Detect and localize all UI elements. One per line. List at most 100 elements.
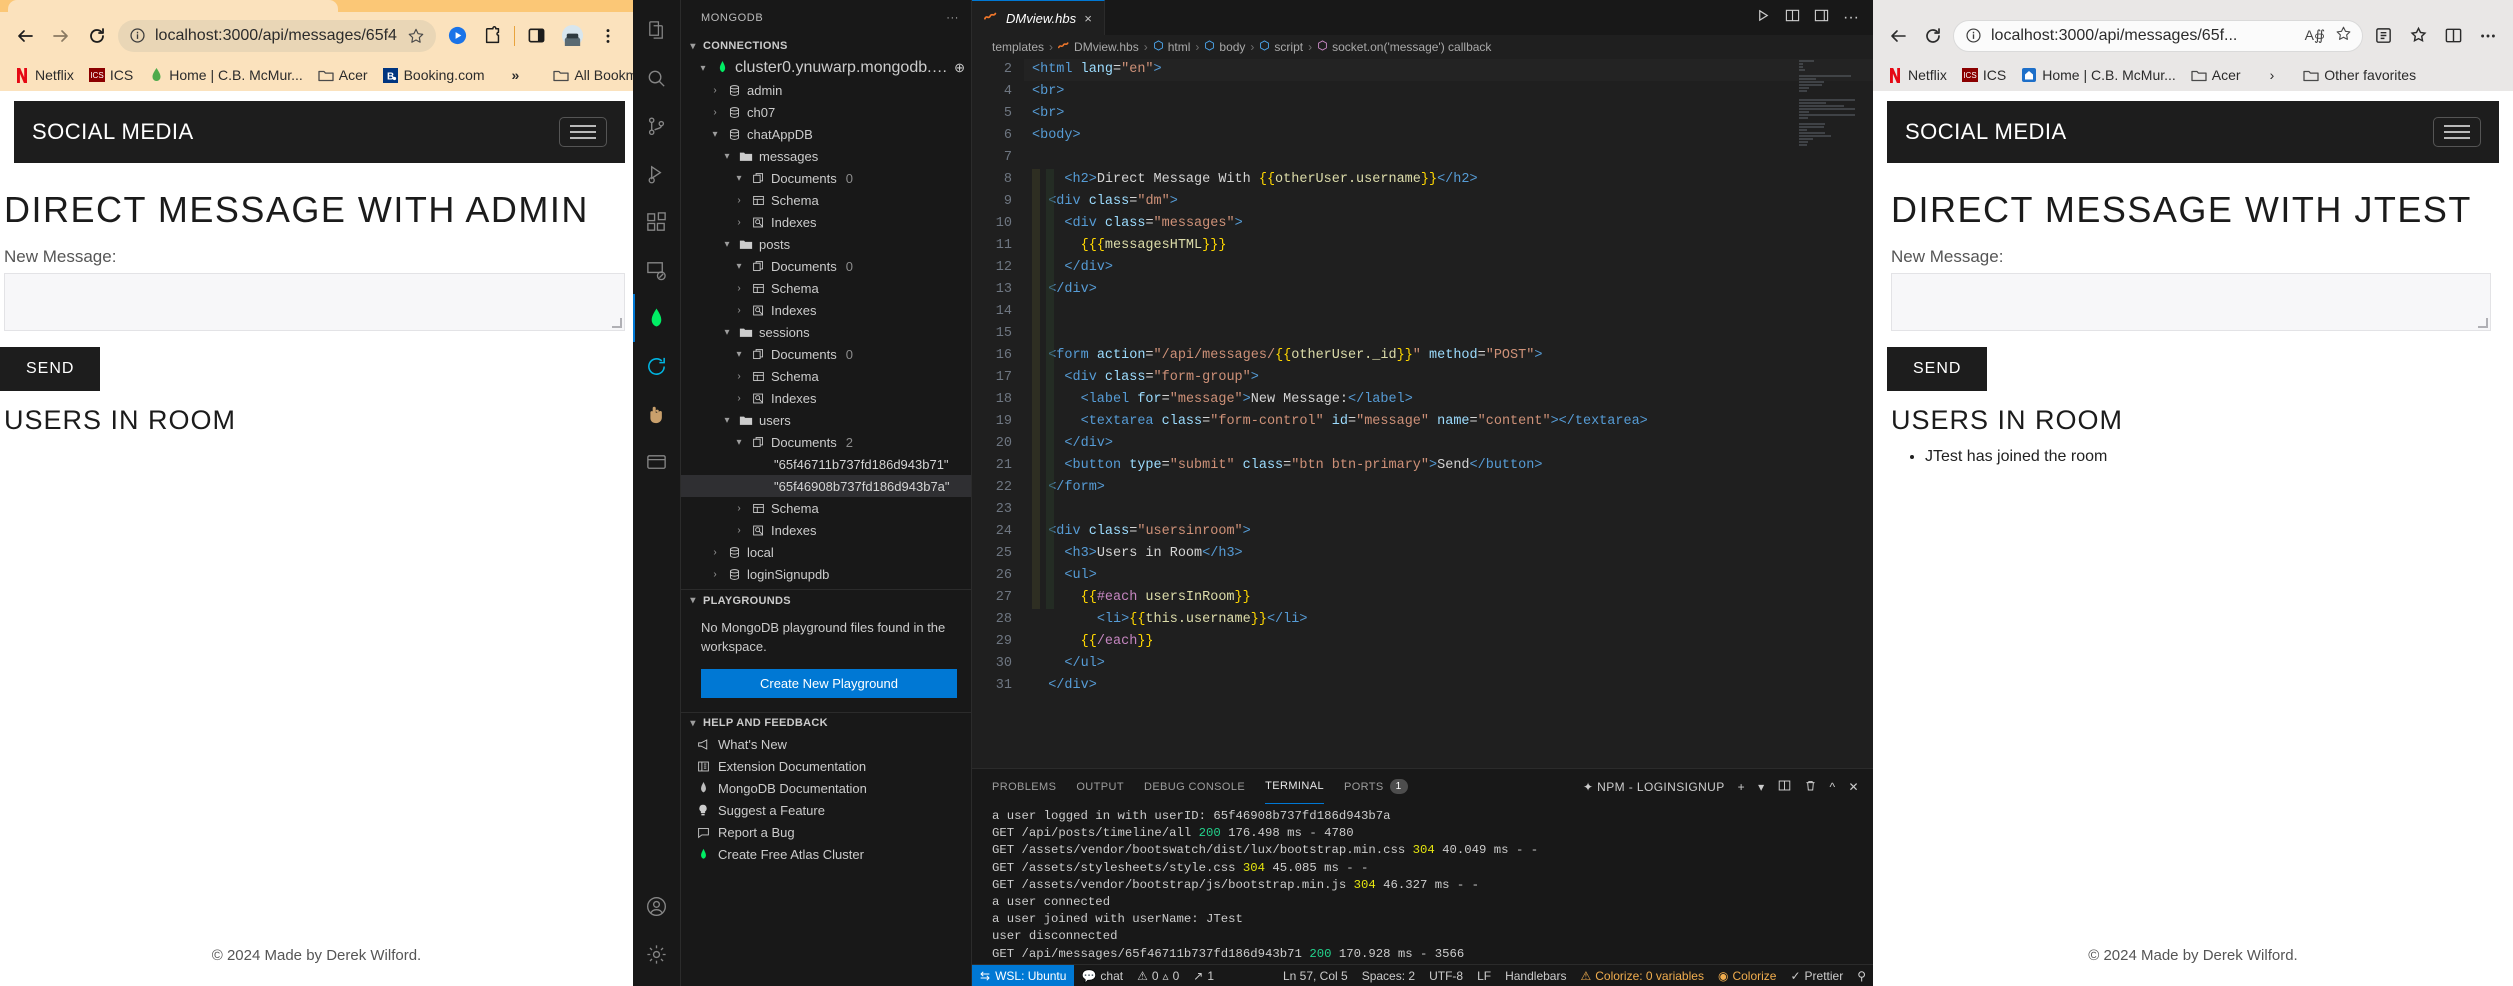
code-line[interactable]: <div class="messages"> — [1024, 213, 1873, 235]
bookmark-star-icon[interactable] — [406, 26, 426, 46]
chevron-down-icon[interactable]: ▾ — [733, 261, 745, 272]
code-line[interactable]: <h2>Direct Message With {{otherUser.user… — [1024, 169, 1873, 191]
edge-tab-strip[interactable] — [1873, 0, 2513, 12]
language-mode-status[interactable]: Handlebars — [1498, 969, 1573, 983]
code-line[interactable]: </div> — [1024, 675, 1873, 697]
tree-node[interactable]: ▾ Documents 2 — [681, 431, 971, 453]
chevron-down-icon[interactable]: ▾ — [733, 437, 745, 448]
code-line[interactable]: <br> — [1024, 81, 1873, 103]
chevron-right-icon[interactable]: › — [733, 283, 745, 294]
code-line[interactable]: </div> — [1024, 433, 1873, 455]
remote-indicator[interactable]: ⇆ WSL: Ubuntu — [972, 964, 1075, 986]
panel-tab-ports[interactable]: PORTS 1 — [1344, 769, 1408, 804]
navbar-toggle-icon[interactable] — [559, 117, 607, 147]
close-icon[interactable]: × — [1084, 11, 1092, 26]
code-line[interactable]: <textarea class="form-control" id="messa… — [1024, 411, 1873, 433]
code-line[interactable]: {{/each}} — [1024, 631, 1873, 653]
extensions-puzzle-icon[interactable] — [478, 21, 508, 51]
code-lines[interactable]: <html lang="en"> <br> <br> <body> <h2>Direc… — [1024, 59, 1873, 768]
breadcrumb-item[interactable]: html — [1153, 40, 1190, 54]
code-line[interactable] — [1024, 147, 1873, 169]
prettier-status[interactable]: ✓ Prettier — [1783, 969, 1850, 983]
code-line[interactable]: <html lang="en"> — [1024, 59, 1873, 81]
tree-node[interactable]: ▾ Documents 0 — [681, 255, 971, 277]
help-item[interactable]: What's New — [681, 734, 971, 756]
more-actions-icon[interactable]: ··· — [1843, 9, 1859, 27]
breadcrumb-item[interactable]: body — [1204, 40, 1245, 54]
bookmark-booking[interactable]: B Booking.com — [377, 64, 491, 86]
favorite-other-favorites[interactable]: Other favorites — [2297, 64, 2422, 86]
favorites-overflow-button[interactable]: › — [2264, 64, 2281, 86]
site-info-icon[interactable] — [128, 27, 146, 45]
split-terminal-icon[interactable] — [1778, 779, 1791, 795]
run-icon[interactable] — [1756, 8, 1771, 28]
panel-tab-debug-console[interactable]: DEBUG CONSOLE — [1144, 769, 1245, 804]
run-debug-icon[interactable] — [633, 150, 681, 198]
bookmark-acer[interactable]: Acer — [312, 64, 374, 86]
terminal-selector[interactable]: ✦ npm - loginsignup — [1583, 780, 1725, 794]
chevron-down-icon[interactable]: ▾ — [721, 415, 733, 426]
code-line[interactable] — [1024, 323, 1873, 345]
ports-status[interactable]: ↗ 1 — [1186, 969, 1221, 983]
chevron-down-icon[interactable]: ▾ — [721, 151, 733, 162]
bookmark-star-icon[interactable] — [2335, 25, 2352, 47]
edge-menu-icon[interactable] — [2473, 21, 2503, 51]
chevron-right-icon[interactable]: › — [733, 525, 745, 536]
chevron-right-icon[interactable]: › — [733, 217, 745, 228]
code-line[interactable]: {{{messagesHTML}}} — [1024, 235, 1873, 257]
profile-avatar[interactable] — [557, 21, 587, 51]
site-brand[interactable]: SOCIAL MEDIA — [1905, 119, 2067, 145]
breadcrumb-item[interactable]: DMview.hbs — [1058, 40, 1139, 55]
split-screen-icon[interactable] — [2438, 21, 2468, 51]
browser-essentials-icon[interactable] — [2403, 21, 2433, 51]
hand-icon[interactable] — [633, 390, 681, 438]
problems-status[interactable]: ⚠ 0 ▵ 0 — [1130, 969, 1186, 983]
tree-node[interactable]: "65f46711b737fd186d943b71" — [681, 453, 971, 475]
chevron-right-icon[interactable]: › — [709, 547, 721, 558]
tree-node[interactable]: › Indexes — [681, 519, 971, 541]
editor-tab-dmview[interactable]: DMview.hbs × — [972, 0, 1105, 35]
navbar-toggle-icon[interactable] — [2433, 117, 2481, 147]
colorize-toggle[interactable]: ◉ Colorize — [1711, 969, 1784, 983]
preview-icon[interactable] — [633, 438, 681, 486]
tree-node[interactable]: › local — [681, 541, 971, 563]
chrome-tab-strip[interactable] — [0, 0, 633, 12]
split-editor-icon[interactable] — [1785, 8, 1800, 28]
tree-node[interactable]: ▾ Documents 0 — [681, 343, 971, 365]
tree-node[interactable]: › Indexes — [681, 211, 971, 233]
code-line[interactable]: <body> — [1024, 125, 1873, 147]
favorite-acer[interactable]: Acer — [2185, 64, 2247, 86]
collections-icon[interactable] — [2368, 21, 2398, 51]
favorite-home-cbmcmur[interactable]: Home | C.B. McMur... — [2015, 64, 2182, 86]
maximize-panel-icon[interactable]: ^ — [1830, 780, 1836, 794]
tree-node[interactable]: › Schema — [681, 365, 971, 387]
panel-tab-terminal[interactable]: TERMINAL — [1265, 769, 1324, 804]
edge-address-bar[interactable]: localhost:3000/api/messages/65f... A∯ — [1953, 19, 2363, 52]
section-playgrounds[interactable]: ▾ PLAYGROUNDS — [681, 589, 971, 611]
bookmark-ics[interactable]: ICS ICS — [83, 64, 139, 86]
code-line[interactable]: <label for="message">New Message:</label… — [1024, 389, 1873, 411]
chevron-right-icon[interactable]: › — [733, 503, 745, 514]
chrome-menu-icon[interactable] — [593, 21, 623, 51]
help-item[interactable]: Extension Documentation — [681, 756, 971, 778]
source-control-icon[interactable] — [633, 102, 681, 150]
site-brand[interactable]: SOCIAL MEDIA — [32, 119, 194, 145]
code-line[interactable]: <div class="form-group"> — [1024, 367, 1873, 389]
tree-node[interactable]: › Schema — [681, 277, 971, 299]
extensions-icon[interactable] — [633, 198, 681, 246]
bookmarks-overflow-button[interactable]: » — [506, 64, 526, 86]
breadcrumb-item[interactable]: script — [1259, 40, 1303, 54]
explorer-icon[interactable] — [633, 6, 681, 54]
side-panel-icon[interactable] — [521, 21, 551, 51]
code-line[interactable]: </form> — [1024, 477, 1873, 499]
tree-node[interactable]: › ch07 — [681, 101, 971, 123]
code-line[interactable]: <ul> — [1024, 565, 1873, 587]
reload-icon[interactable] — [82, 21, 112, 51]
chat-status[interactable]: 💬 chat — [1074, 969, 1130, 983]
code-line[interactable]: </div> — [1024, 257, 1873, 279]
code-line[interactable] — [1024, 499, 1873, 521]
tree-node[interactable]: ▾ messages — [681, 145, 971, 167]
section-connections[interactable]: ▾ CONNECTIONS — [681, 35, 971, 57]
add-connection-icon[interactable]: ⊕ — [954, 60, 965, 76]
minimap[interactable] — [1795, 59, 1859, 768]
